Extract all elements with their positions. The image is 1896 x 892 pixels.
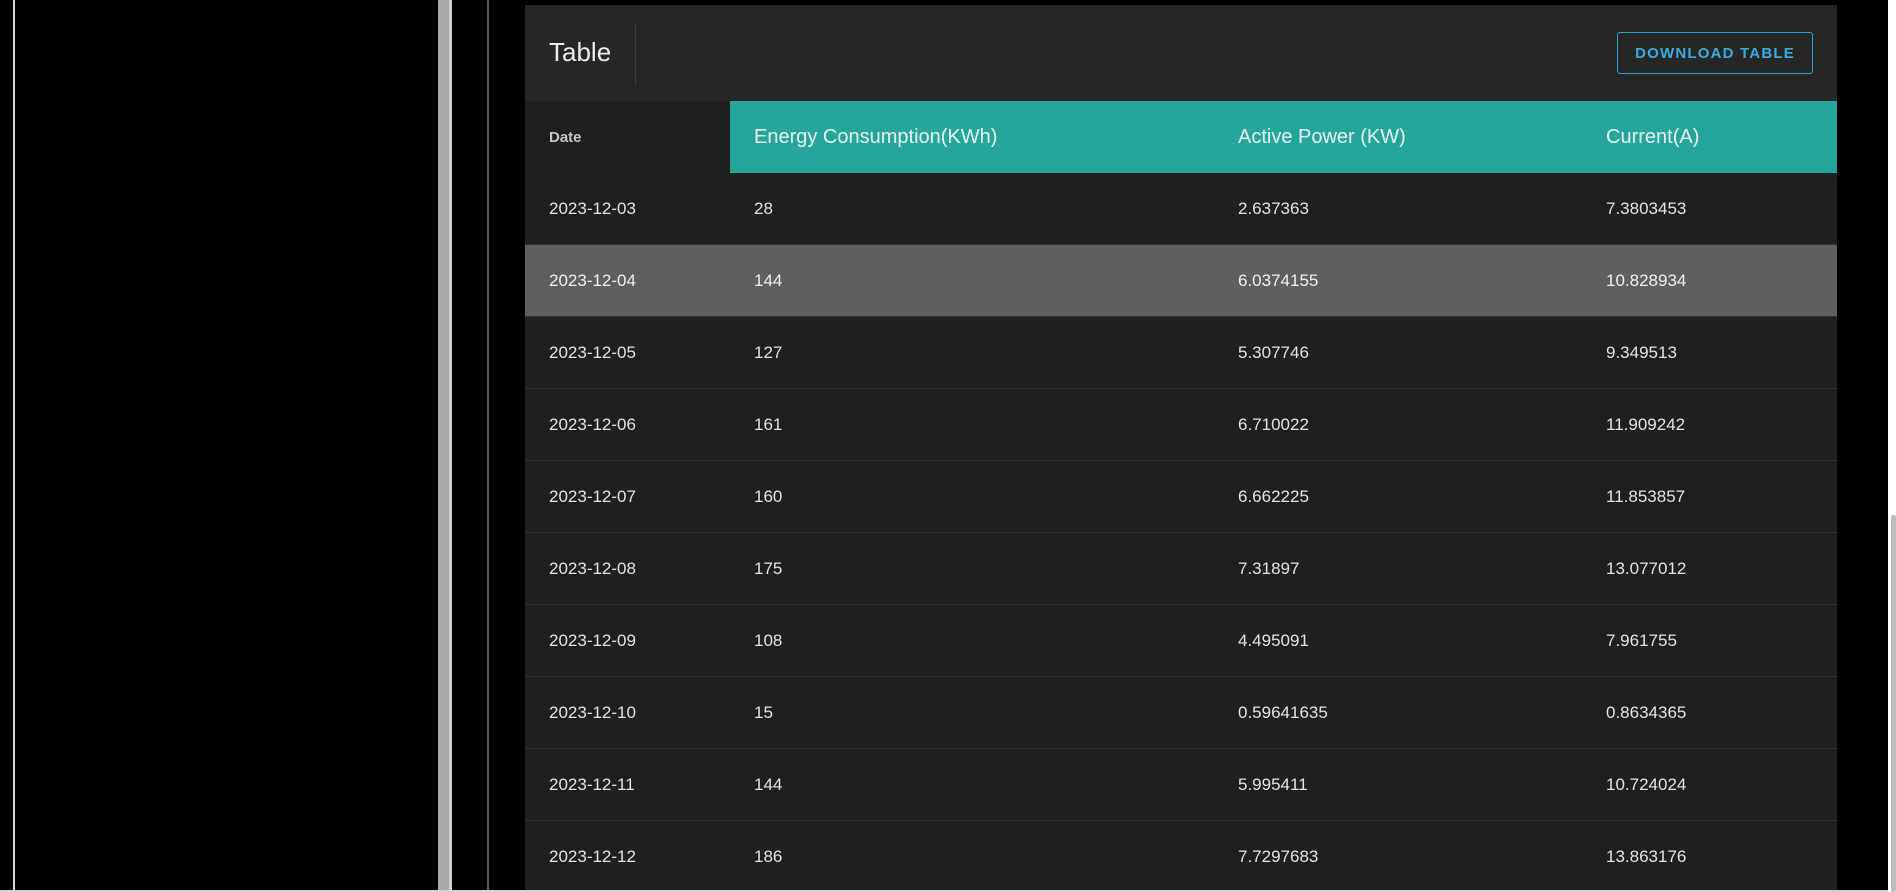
table-row[interactable]: 2023-12-04 144 6.0374155 10.828934 <box>525 244 1837 317</box>
table-body: 2023-12-03 28 2.637363 7.3803453 2023-12-04 1… <box>525 173 1837 892</box>
cell-current: 10.724024 <box>1582 748 1837 821</box>
download-table-button[interactable]: DOWNLOAD TABLE <box>1617 32 1813 74</box>
cell-date: 2023-12-12 <box>525 820 730 892</box>
cell-current: 7.3803453 <box>1582 173 1837 245</box>
table-row[interactable]: 2023-12-11 144 5.995411 10.724024 <box>525 748 1837 821</box>
cell-active-power: 6.0374155 <box>1214 244 1582 317</box>
cell-date: 2023-12-06 <box>525 388 730 461</box>
cell-current: 11.853857 <box>1582 460 1837 533</box>
cell-date: 2023-12-11 <box>525 748 730 821</box>
column-header-date[interactable]: Date <box>525 101 730 173</box>
cell-active-power: 2.637363 <box>1214 173 1582 245</box>
cell-date: 2023-12-10 <box>525 676 730 749</box>
table-row[interactable]: 2023-12-09 108 4.495091 7.961755 <box>525 604 1837 677</box>
cell-current: 0.8634365 <box>1582 676 1837 749</box>
panel-header: Table DOWNLOAD TABLE <box>525 5 1837 101</box>
cell-date: 2023-12-09 <box>525 604 730 677</box>
table-row[interactable]: 2023-12-03 28 2.637363 7.3803453 <box>525 173 1837 245</box>
table-header-row: Date Energy Consumption(KWh) Active Powe… <box>525 101 1837 173</box>
content-frame-border <box>487 0 489 892</box>
table-row[interactable]: 2023-12-05 127 5.307746 9.349513 <box>525 316 1837 389</box>
cell-active-power: 7.7297683 <box>1214 820 1582 892</box>
cell-active-power: 7.31897 <box>1214 532 1582 605</box>
cell-active-power: 0.59641635 <box>1214 676 1582 749</box>
cell-energy: 161 <box>730 388 1214 461</box>
cell-energy: 175 <box>730 532 1214 605</box>
table-panel: Table DOWNLOAD TABLE Date Energy Consump… <box>525 5 1837 892</box>
table-row[interactable]: 2023-12-12 186 7.7297683 13.863176 <box>525 820 1837 892</box>
cell-energy: 28 <box>730 173 1214 245</box>
cell-current: 11.909242 <box>1582 388 1837 461</box>
cell-energy: 127 <box>730 316 1214 389</box>
panel-title: Table <box>549 37 612 67</box>
column-header-active-power[interactable]: Active Power (KW) <box>1214 101 1582 173</box>
cell-active-power: 5.995411 <box>1214 748 1582 821</box>
cell-current: 10.828934 <box>1582 244 1837 317</box>
data-table: Date Energy Consumption(KWh) Active Powe… <box>525 101 1837 892</box>
cell-active-power: 6.662225 <box>1214 460 1582 533</box>
cell-date: 2023-12-04 <box>525 244 730 317</box>
cell-current: 13.863176 <box>1582 820 1837 892</box>
cell-current: 9.349513 <box>1582 316 1837 389</box>
cell-energy: 108 <box>730 604 1214 677</box>
cell-current: 13.077012 <box>1582 532 1837 605</box>
cell-energy: 15 <box>730 676 1214 749</box>
cell-energy: 144 <box>730 244 1214 317</box>
table-row[interactable]: 2023-12-07 160 6.662225 11.853857 <box>525 460 1837 533</box>
title-divider <box>635 23 636 85</box>
cell-date: 2023-12-05 <box>525 316 730 389</box>
left-frame-border <box>13 0 15 892</box>
cell-date: 2023-12-03 <box>525 173 730 245</box>
cell-energy: 144 <box>730 748 1214 821</box>
cell-active-power: 6.710022 <box>1214 388 1582 461</box>
sidebar-resize-handle-edge <box>449 0 452 892</box>
cell-date: 2023-12-07 <box>525 460 730 533</box>
cell-active-power: 4.495091 <box>1214 604 1582 677</box>
cell-date: 2023-12-08 <box>525 532 730 605</box>
column-header-energy[interactable]: Energy Consumption(KWh) <box>730 101 1214 173</box>
column-header-current[interactable]: Current(A) <box>1582 101 1837 173</box>
cell-active-power: 5.307746 <box>1214 316 1582 389</box>
table-row[interactable]: 2023-12-06 161 6.710022 11.909242 <box>525 388 1837 461</box>
cell-energy: 186 <box>730 820 1214 892</box>
table-row[interactable]: 2023-12-08 175 7.31897 13.077012 <box>525 532 1837 605</box>
table-row[interactable]: 2023-12-10 15 0.59641635 0.8634365 <box>525 676 1837 749</box>
cell-current: 7.961755 <box>1582 604 1837 677</box>
page-scrollbar-thumb[interactable] <box>1891 515 1896 892</box>
cell-energy: 160 <box>730 460 1214 533</box>
